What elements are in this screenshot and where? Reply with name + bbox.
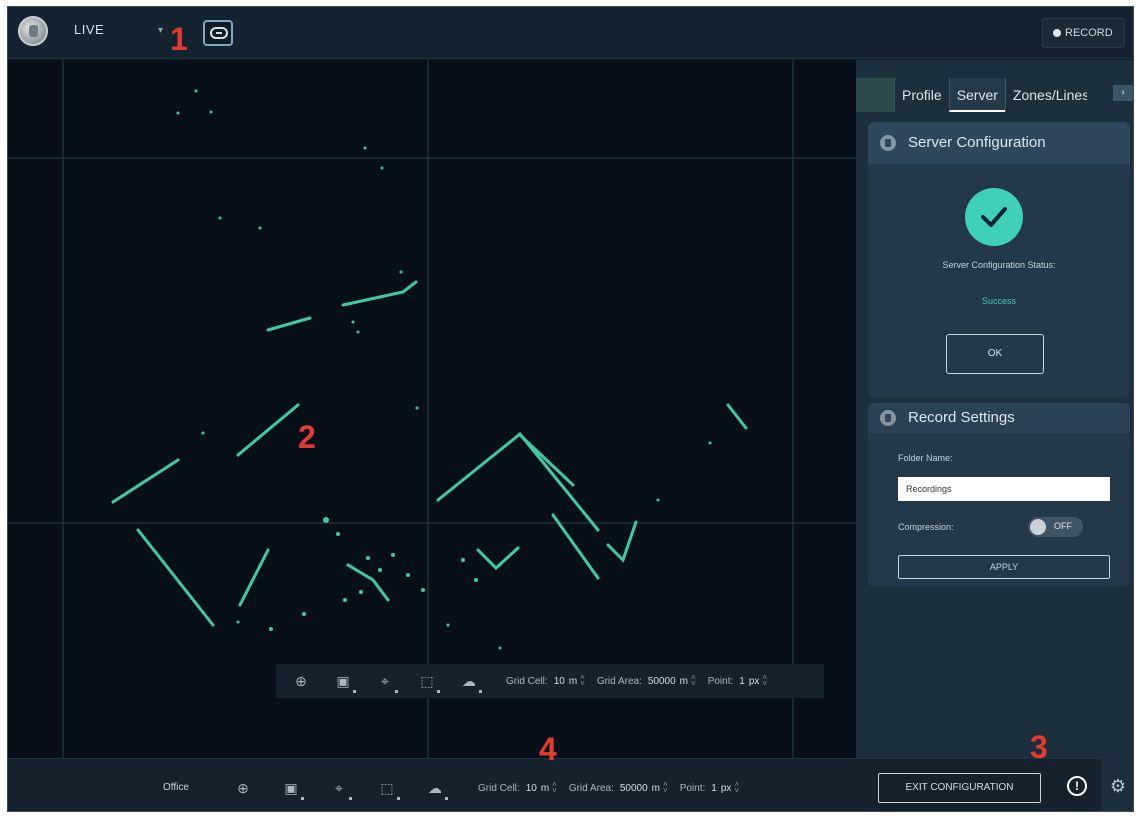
add-point-icon[interactable]: ⊕ (226, 771, 260, 805)
annotation-1: 1 (170, 21, 188, 57)
record-label: RECORD (1065, 27, 1113, 39)
grid-area-field[interactable]: Grid Area: 50000 m ˄ ˅ (596, 674, 696, 688)
grid-cell-label: Grid Cell: (478, 782, 520, 794)
cloud-icon[interactable]: ☁ (452, 664, 486, 698)
server-icon (880, 135, 896, 151)
point-cloud-dots (176, 89, 712, 650)
point-size-field[interactable]: Point: 1 px ˄ ˅ (707, 674, 767, 688)
grid-cell-value[interactable]: 10 (554, 676, 565, 687)
gear-icon: ⚙ (1109, 776, 1127, 796)
grid-cell-field[interactable]: Grid Cell: 10 m ˄ ˅ (478, 781, 557, 795)
grid-cell-unit: m (568, 675, 578, 687)
spinner-icon[interactable]: ˄ ˅ (552, 781, 557, 795)
grid-area-unit: m (651, 782, 661, 794)
record-settings-title: Record Settings (908, 409, 1015, 426)
folder-name-input[interactable] (898, 477, 1110, 501)
map-grid (8, 60, 856, 758)
right-panel: Profile Server Zones/Lines › Server Conf… (856, 60, 1133, 758)
point-value[interactable]: 1 (711, 783, 717, 794)
compression-toggle[interactable]: OFF (1028, 517, 1083, 537)
frame-icon[interactable]: ⬚ (410, 664, 444, 698)
link-icon (210, 27, 228, 39)
success-check-icon (965, 188, 1023, 246)
grid-area-label: Grid Area: (568, 782, 614, 794)
link-view-button[interactable] (203, 20, 233, 46)
spinner-icon[interactable]: ˄ ˅ (663, 781, 668, 795)
point-label: Point: (707, 675, 734, 687)
location-label: Office (163, 782, 189, 793)
point-unit: px (748, 675, 760, 687)
point-value[interactable]: 1 (739, 676, 745, 687)
layers-icon[interactable]: ▣ (326, 664, 360, 698)
apply-button[interactable]: APPLY (898, 555, 1110, 579)
grid-area-field[interactable]: Grid Area: 50000 m ˄ ˅ (568, 781, 668, 795)
server-status-value: Success (981, 296, 1016, 306)
grid-cell-unit: m (540, 782, 550, 794)
tab-server[interactable]: Server (948, 78, 1005, 112)
frame-icon[interactable]: ⬚ (370, 771, 404, 805)
point-unit: px (720, 782, 732, 794)
record-dot-icon (1053, 29, 1061, 37)
point-cloud (111, 280, 748, 627)
server-status-label: Server Configuration Status: (942, 260, 1056, 270)
folder-name-label: Folder Name: (898, 453, 953, 463)
compression-state: OFF (1054, 521, 1072, 531)
info-icon: ! (1067, 776, 1087, 796)
bottom-bar: Office ⊕ ▣ ⌖ ⬚ ☁ Grid Cell: 10 m ˄ ˅ Grid… (8, 758, 1133, 811)
app-window: LIVE ▾ RECORD ⊕ ▣ ⌖ ⬚ ☁ Grid Cell: 10 m … (7, 6, 1134, 812)
info-button[interactable]: ! (1056, 763, 1098, 809)
ok-button[interactable]: OK (946, 334, 1044, 374)
bottom-toolbar: ⊕ ▣ ⌖ ⬚ ☁ Grid Cell: 10 m ˄ ˅ Grid Area: … (226, 772, 739, 804)
panel-tabs: Profile Server Zones/Lines › (856, 78, 1133, 112)
add-point-icon[interactable]: ⊕ (284, 664, 318, 698)
location-pin-icon[interactable]: ⌖ (322, 771, 356, 805)
record-settings-header[interactable]: Record Settings (868, 403, 1130, 433)
spinner-icon[interactable]: ˄ ˅ (762, 674, 767, 688)
grid-area-value[interactable]: 50000 (620, 783, 648, 794)
server-config-header[interactable]: Server Configuration (868, 122, 1130, 164)
point-size-field[interactable]: Point: 1 px ˄ ˅ (679, 781, 739, 795)
annotation-2: 2 (298, 419, 316, 455)
annotation-3: 3 (1030, 729, 1048, 765)
tab-zones-lines[interactable]: Zones/Lines (1004, 78, 1087, 112)
toggle-knob (1030, 519, 1046, 535)
chevron-down-icon[interactable]: ▾ (158, 25, 163, 36)
spinner-icon[interactable]: ˄ ˅ (691, 674, 696, 688)
grid-cell-value[interactable]: 10 (526, 783, 537, 794)
location-pin-icon[interactable]: ⌖ (368, 664, 402, 698)
chevron-right-icon[interactable]: › (1113, 85, 1133, 101)
record-settings-card: Record Settings Folder Name: Compression… (868, 403, 1130, 587)
grid-area-label: Grid Area: (596, 675, 642, 687)
spinner-icon[interactable]: ˄ ˅ (734, 781, 739, 795)
server-config-title: Server Configuration (908, 134, 1046, 151)
layers-icon[interactable]: ▣ (274, 771, 308, 805)
exit-configuration-button[interactable]: EXIT CONFIGURATION (878, 773, 1041, 803)
grid-area-unit: m (679, 675, 689, 687)
server-config-card: Server Configuration Server Configuratio… (868, 122, 1130, 397)
point-cloud-map[interactable]: ⊕ ▣ ⌖ ⬚ ☁ Grid Cell: 10 m ˄ ˅ Grid Area: … (8, 60, 856, 758)
spinner-icon[interactable]: ˄ ˅ (580, 674, 585, 688)
map-overlay-toolbar: ⊕ ▣ ⌖ ⬚ ☁ Grid Cell: 10 m ˄ ˅ Grid Area: … (276, 664, 824, 698)
grid-cell-field[interactable]: Grid Cell: 10 m ˄ ˅ (506, 674, 585, 688)
compression-label: Compression: (898, 522, 954, 532)
logo-icon[interactable] (18, 16, 48, 46)
mode-label[interactable]: LIVE (74, 22, 104, 37)
grid-cell-label: Grid Cell: (506, 675, 548, 687)
record-button[interactable]: RECORD (1042, 18, 1125, 48)
cloud-icon[interactable]: ☁ (418, 771, 452, 805)
grid-area-value[interactable]: 50000 (648, 676, 676, 687)
settings-button[interactable]: ⚙ (1101, 759, 1133, 811)
tab-profile[interactable]: Profile (894, 78, 949, 112)
tab-hidden[interactable] (856, 78, 894, 112)
point-label: Point: (679, 782, 706, 794)
annotation-4: 4 (539, 731, 557, 767)
record-settings-icon (880, 410, 896, 426)
